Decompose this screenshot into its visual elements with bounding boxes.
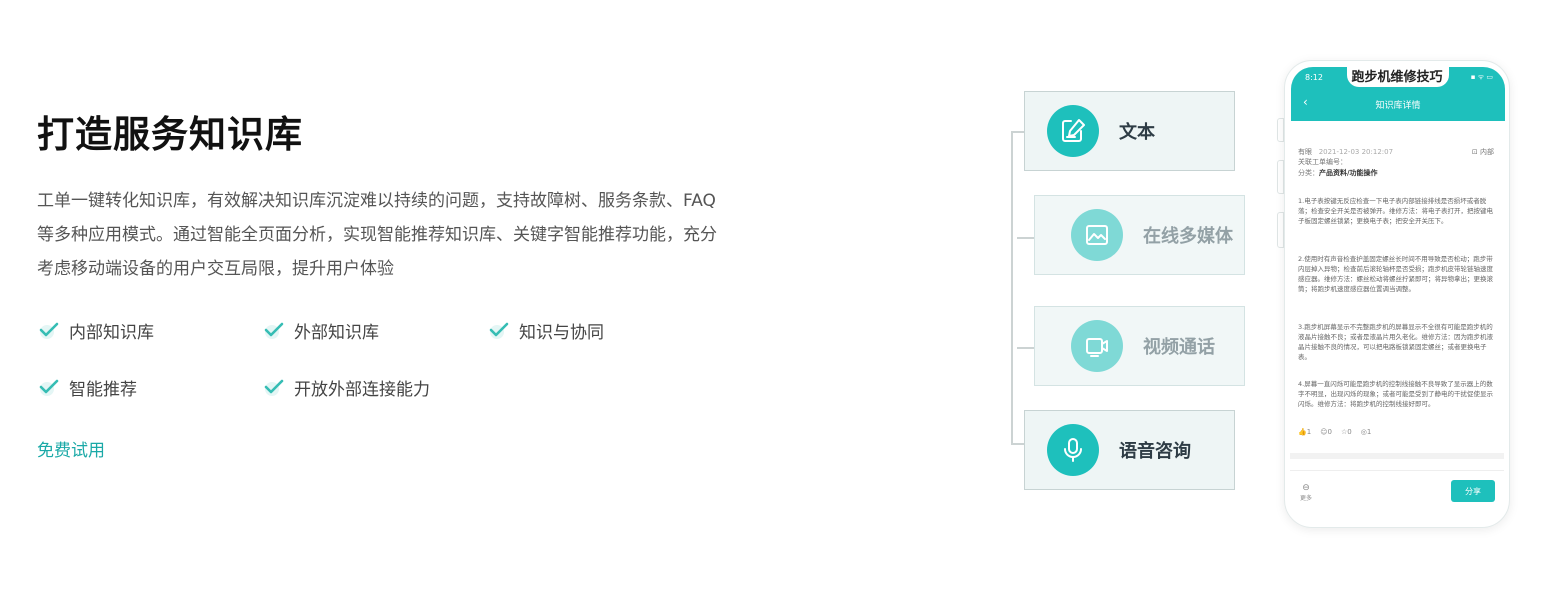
channel-card-video-call: 视频通话 xyxy=(1034,306,1245,386)
article-paragraph: 1.电子表按键无反应检查一下电子表内部链接排线是否损坏或者脱落；检查安全开关是否… xyxy=(1298,197,1493,225)
side-tab xyxy=(1277,118,1284,142)
feature-label: 智能推荐 xyxy=(69,379,137,400)
feature-item: 外部知识库 xyxy=(262,317,379,343)
article-title: 跑步机维修技巧 xyxy=(1351,70,1443,85)
more-icon: ⊖ xyxy=(1302,483,1310,493)
side-tab xyxy=(1277,160,1284,194)
card-label: 在线多媒体 xyxy=(1143,226,1233,247)
article-actions: 👍1 ☺0 ☆0 ◎1 xyxy=(1298,428,1371,436)
article-meta: 有眼 2021-12-03 20:12:07 ⊡ 内部 xyxy=(1298,147,1494,157)
feature-item: 智能推荐 xyxy=(37,374,137,400)
microphone-icon xyxy=(1047,424,1099,476)
share-button[interactable]: 分享 xyxy=(1451,480,1495,502)
card-label: 语音咨询 xyxy=(1119,441,1191,462)
category-line: 分类：产品资料/功能操作 xyxy=(1298,169,1378,177)
feature-label: 内部知识库 xyxy=(69,322,154,343)
check-icon xyxy=(262,318,286,342)
check-icon xyxy=(37,318,61,342)
channel-card-text: 文本 xyxy=(1024,91,1235,171)
tree-connector xyxy=(1017,347,1034,349)
feature-label: 开放外部连接能力 xyxy=(294,379,430,400)
card-label: 视频通话 xyxy=(1143,337,1215,358)
star-button[interactable]: ☆0 xyxy=(1341,428,1352,436)
visibility-badge: ⊡ 内部 xyxy=(1471,148,1494,156)
author: 有眼 xyxy=(1298,148,1312,156)
lock-icon: ⊡ xyxy=(1471,148,1478,156)
page-title: 打造服务知识库 xyxy=(37,113,303,156)
side-tab xyxy=(1277,212,1284,248)
channel-card-voice: 语音咨询 xyxy=(1024,410,1235,490)
article-paragraph: 4.屏幕一直闪烁可能是跑步机的控制线接触不良导致了显示器上的数字不明显，出现闪烁… xyxy=(1298,380,1493,408)
tree-connector xyxy=(1011,131,1013,444)
article-paragraph: 2.使用时有声音检查护盖固定螺丝长时间不用导致是否松动；跑步带内层掉入异物；检查… xyxy=(1298,255,1493,293)
edit-document-icon xyxy=(1047,105,1099,157)
article-paragraph: 3.跑步机屏幕显示不完整跑步机的屏幕显示不全很有可能是跑步机的液晶片接触不良；或… xyxy=(1298,323,1493,361)
free-trial-link[interactable]: 免费试用 xyxy=(37,436,105,461)
feature-label: 知识与协同 xyxy=(519,322,604,343)
channel-card-multimedia: 在线多媒体 xyxy=(1034,195,1245,275)
tree-connector xyxy=(1011,131,1025,133)
comment-icon: ☺ xyxy=(1320,428,1328,436)
description: 工单一键转化知识库，有效解决知识库沉淀难以持续的问题，支持故障树、服务条款、FA… xyxy=(37,191,717,279)
feature-item: 内部知识库 xyxy=(37,317,154,343)
divider xyxy=(1290,453,1504,459)
nav-title: 知识库详情 xyxy=(1375,101,1421,111)
image-icon xyxy=(1071,209,1123,261)
feature-item: 知识与协同 xyxy=(487,317,604,343)
publish-date: 2021-12-03 20:12:07 xyxy=(1318,148,1394,156)
feature-label: 外部知识库 xyxy=(294,322,379,343)
more-button[interactable]: ⊖ 更多 xyxy=(1300,483,1312,502)
thumbs-up-icon: 👍 xyxy=(1298,428,1307,436)
divider xyxy=(1290,470,1504,471)
video-camera-icon xyxy=(1071,320,1123,372)
tree-connector xyxy=(1011,443,1025,445)
check-icon xyxy=(487,318,511,342)
check-icon xyxy=(262,375,286,399)
like-button[interactable]: 👍1 xyxy=(1298,428,1311,436)
comment-button[interactable]: ☺0 xyxy=(1320,428,1332,436)
feature-item: 开放外部连接能力 xyxy=(262,374,430,400)
card-label: 文本 xyxy=(1119,122,1155,143)
ticket-line: 关联工单编号： xyxy=(1298,158,1347,166)
views-count: ◎1 xyxy=(1360,428,1372,436)
tree-connector xyxy=(1017,237,1034,239)
check-icon xyxy=(37,375,61,399)
